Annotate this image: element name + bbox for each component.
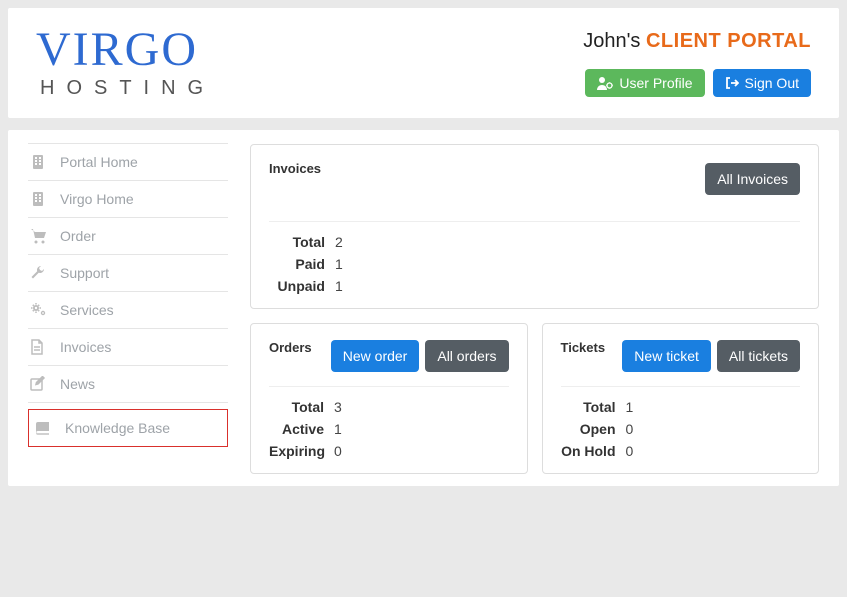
sidebar-item-label: Order — [60, 228, 96, 244]
stat-label: Total — [561, 399, 616, 415]
book-icon — [35, 420, 53, 436]
sidebar-item-label: Portal Home — [60, 154, 138, 170]
portal-title-prefix: John's — [583, 30, 646, 52]
stat-value: 3 — [334, 399, 342, 415]
stat-row: Active 1 — [269, 421, 509, 437]
stat-row: Open 0 — [561, 421, 801, 437]
sidebar-item-knowledge-base[interactable]: Knowledge Base — [28, 409, 228, 447]
card-header: Orders New order All orders — [269, 340, 509, 372]
stat-row: On Hold 0 — [561, 443, 801, 459]
orders-stats: Total 3 Active 1 Expiring 0 — [269, 399, 509, 459]
logo-line1: VIRGO — [36, 28, 215, 71]
wrench-icon — [30, 265, 48, 281]
stat-label: Open — [561, 421, 616, 437]
stat-row: Unpaid 1 — [269, 278, 800, 294]
sidebar: Portal Home Virgo Home Order Support Ser — [28, 144, 228, 474]
tickets-stats: Total 1 Open 0 On Hold 0 — [561, 399, 801, 459]
header: VIRGO HOSTING John's CLIENT PORTAL User … — [8, 8, 839, 118]
orders-card: Orders New order All orders Total 3 Acti… — [250, 323, 528, 474]
sidebar-item-label: Invoices — [60, 339, 111, 355]
sidebar-item-support[interactable]: Support — [28, 254, 228, 292]
sidebar-item-news[interactable]: News — [28, 365, 228, 403]
sign-out-label: Sign Out — [745, 75, 799, 91]
invoices-card: Invoices All Invoices Total 2 Paid 1 Unp… — [250, 144, 819, 309]
all-tickets-button[interactable]: All tickets — [717, 340, 800, 372]
user-gear-icon — [597, 76, 613, 90]
sidebar-item-invoices[interactable]: Invoices — [28, 328, 228, 366]
sidebar-item-virgo-home[interactable]: Virgo Home — [28, 180, 228, 218]
sidebar-item-label: News — [60, 376, 95, 392]
stat-label: Total — [269, 234, 325, 250]
tickets-title: Tickets — [561, 340, 606, 355]
stat-row: Paid 1 — [269, 256, 800, 272]
all-invoices-button[interactable]: All Invoices — [705, 163, 800, 195]
file-icon — [30, 339, 48, 355]
user-profile-button[interactable]: User Profile — [585, 69, 704, 97]
portal-title: John's CLIENT PORTAL — [583, 30, 811, 53]
card-actions: All Invoices — [705, 163, 800, 195]
divider — [269, 386, 509, 387]
stat-label: Active — [269, 421, 324, 437]
user-profile-label: User Profile — [619, 75, 692, 91]
tickets-card: Tickets New ticket All tickets Total 1 O… — [542, 323, 820, 474]
row2: Orders New order All orders Total 3 Acti… — [250, 323, 819, 474]
all-orders-button[interactable]: All orders — [425, 340, 508, 372]
stat-row: Expiring 0 — [269, 443, 509, 459]
portal-title-suffix: CLIENT PORTAL — [646, 30, 811, 52]
card-header: Tickets New ticket All tickets — [561, 340, 801, 372]
building-icon — [30, 154, 48, 170]
sign-out-icon — [725, 76, 739, 90]
stat-value: 1 — [334, 421, 342, 437]
stat-value: 1 — [335, 278, 343, 294]
divider — [561, 386, 801, 387]
stat-label: Paid — [269, 256, 325, 272]
card-actions: New order All orders — [331, 340, 509, 372]
invoices-title: Invoices — [269, 161, 321, 176]
stat-value: 0 — [334, 443, 342, 459]
edit-icon — [30, 376, 48, 392]
stat-value: 0 — [626, 443, 634, 459]
logo-line2: HOSTING — [40, 77, 215, 100]
stat-label: Total — [269, 399, 324, 415]
stat-label: Unpaid — [269, 278, 325, 294]
main: Invoices All Invoices Total 2 Paid 1 Unp… — [250, 144, 819, 474]
sidebar-item-label: Knowledge Base — [65, 420, 170, 436]
new-ticket-button[interactable]: New ticket — [622, 340, 711, 372]
sign-out-button[interactable]: Sign Out — [713, 69, 811, 97]
sidebar-item-portal-home[interactable]: Portal Home — [28, 143, 228, 181]
stat-label: Expiring — [269, 443, 324, 459]
orders-title: Orders — [269, 340, 312, 355]
invoices-stats: Total 2 Paid 1 Unpaid 1 — [269, 234, 800, 294]
sidebar-item-order[interactable]: Order — [28, 217, 228, 255]
new-order-button[interactable]: New order — [331, 340, 420, 372]
sidebar-item-label: Support — [60, 265, 109, 281]
building-icon — [30, 191, 48, 207]
logo[interactable]: VIRGO HOSTING — [36, 28, 215, 100]
stat-value: 1 — [335, 256, 343, 272]
header-buttons: User Profile Sign Out — [583, 69, 811, 97]
stat-row: Total 3 — [269, 399, 509, 415]
stat-row: Total 1 — [561, 399, 801, 415]
stat-value: 2 — [335, 234, 343, 250]
header-right: John's CLIENT PORTAL User Profile Sign O… — [583, 28, 811, 97]
divider — [269, 221, 800, 222]
gears-icon — [30, 302, 48, 318]
sidebar-item-label: Virgo Home — [60, 191, 134, 207]
sidebar-item-label: Services — [60, 302, 114, 318]
stat-row: Total 2 — [269, 234, 800, 250]
stat-value: 1 — [626, 399, 634, 415]
sidebar-item-services[interactable]: Services — [28, 291, 228, 329]
stat-label: On Hold — [561, 443, 616, 459]
card-actions: New ticket All tickets — [622, 340, 800, 372]
stat-value: 0 — [626, 421, 634, 437]
cart-icon — [30, 228, 48, 244]
card-header: Invoices All Invoices — [269, 161, 800, 207]
body: Portal Home Virgo Home Order Support Ser — [8, 130, 839, 486]
